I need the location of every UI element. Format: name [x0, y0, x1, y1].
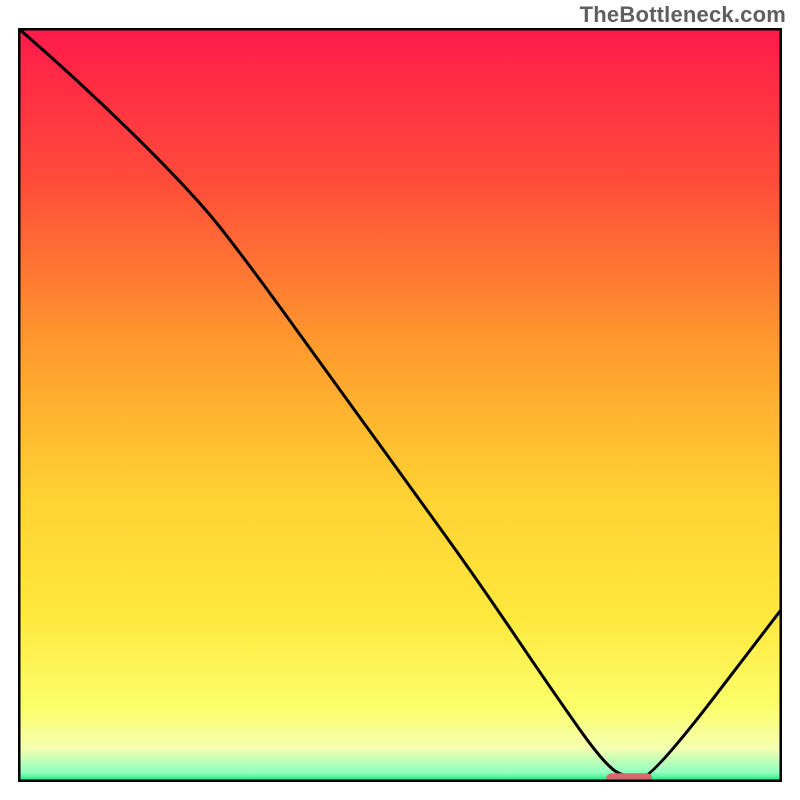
chart-container: TheBottleneck.com — [0, 0, 800, 800]
watermark-text: TheBottleneck.com — [580, 2, 786, 28]
chart-svg — [18, 28, 782, 782]
line-chart — [18, 28, 782, 782]
gradient-background — [18, 28, 782, 782]
